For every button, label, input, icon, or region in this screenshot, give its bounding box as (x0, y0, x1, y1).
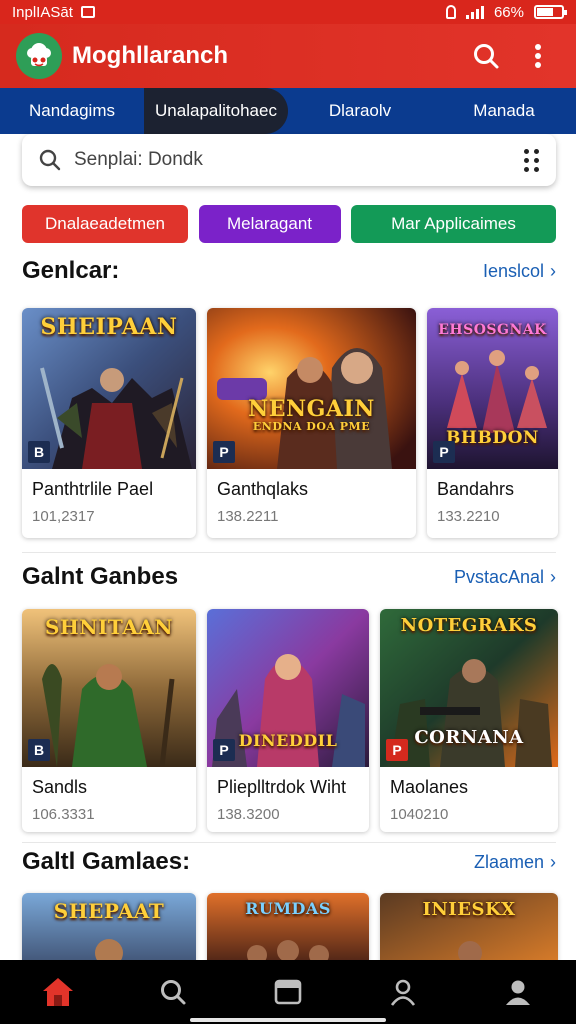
chevron-right-icon: › (550, 260, 556, 281)
game-art-title: SHNITAAN (44, 615, 174, 639)
account-icon[interactable] (488, 962, 548, 1022)
grid-menu-icon[interactable] (524, 148, 540, 172)
platform-badge: P (213, 739, 235, 761)
platform-badge: B (28, 441, 50, 463)
game-art-title: INIESKX (422, 899, 516, 920)
chevron-right-icon: › (550, 851, 556, 872)
game-art: SHNITAAN B (22, 609, 196, 767)
game-art-title: NENGAIN (248, 396, 375, 422)
game-art: SHEIPAAN B (22, 308, 196, 469)
game-art-subtitle: ENDNA DOA PME (252, 420, 371, 433)
tab-2-active[interactable]: Unalapalitohaec (144, 88, 288, 134)
game-card[interactable]: EHSOSGNAK BHBDON P Bandahrs 133.2210 (427, 308, 558, 538)
bottom-navigation (0, 960, 576, 1024)
game-name: Plieplltrdok Wiht (217, 777, 347, 797)
search-icon[interactable] (143, 962, 203, 1022)
notification-icon (80, 6, 95, 18)
game-meta: 101,2317 (32, 508, 95, 525)
tab-4[interactable]: Manada (432, 88, 576, 134)
see-more-link[interactable]: PvstacAnal › (454, 567, 556, 588)
chip-2[interactable]: Melaragant (198, 205, 341, 243)
signal-icon (465, 5, 484, 19)
platform-badge: P (433, 441, 455, 463)
game-meta: 138.3200 (217, 806, 280, 823)
chevron-right-icon: › (550, 566, 556, 587)
game-art: DINEDDIL P (207, 609, 369, 767)
game-name: Sandls (32, 777, 88, 797)
game-art: NOTEGRAKS CORNANA P (380, 609, 558, 767)
app-screen: InplIASāt 66% Moghllaranch Nandagims Una… (0, 0, 576, 1024)
game-art-title: SHEPAAT (53, 899, 165, 923)
see-more-label: Ienslcol (482, 260, 544, 281)
platform-badge: B (28, 739, 50, 761)
chip-3[interactable]: Mar Applicaimes (351, 205, 556, 243)
battery-percent: 66% (493, 3, 524, 21)
game-art-title: EHSOSGNAK (438, 322, 547, 338)
game-name: Maolanes (390, 777, 469, 797)
app-bar: Moghllaranch (0, 24, 576, 88)
game-meta: 133.2210 (437, 508, 500, 525)
search-input[interactable]: Senplai: Dondk (74, 149, 524, 171)
more-vert-icon[interactable] (516, 34, 560, 78)
game-name: Ganthqlaks (217, 479, 309, 499)
see-more-label: Zlaamen (473, 851, 544, 872)
search-bar[interactable]: Senplai: Dondk (22, 134, 556, 186)
status-bar: InplIASāt 66% (0, 0, 576, 24)
tab-1[interactable]: Nandagims (0, 88, 144, 134)
carrier-text: InplIASāt (12, 3, 73, 21)
game-name: Panthtrlile Pael (32, 479, 154, 499)
game-name: Bandahrs (437, 479, 515, 499)
game-card[interactable]: DINEDDIL P Plieplltrdok Wiht 138.3200 (207, 609, 369, 832)
see-more-label: PvstacAnal (453, 566, 544, 587)
library-icon[interactable] (258, 962, 318, 1022)
chef-logo-icon[interactable] (16, 33, 62, 79)
section-divider (22, 552, 556, 553)
battery-icon (534, 5, 567, 19)
game-art: EHSOSGNAK BHBDON P (427, 308, 558, 469)
chip-1[interactable]: Dnalaeadetmen (22, 205, 188, 243)
section-title: Galnt Ganbes (22, 563, 179, 590)
game-card[interactable]: SHNITAAN B Sandls 106.3331 (22, 609, 196, 832)
game-art-title: SHEIPAAN (40, 314, 178, 340)
section-header: Galtl Gamlaes: Zlaamen › (22, 848, 556, 876)
tab-bar: Nandagims Unalapalitohaec Dlaraolv Manad… (0, 88, 576, 134)
game-card[interactable]: NOTEGRAKS CORNANA P Maolanes 1040210 (380, 609, 558, 832)
see-more-link[interactable]: Zlaamen › (474, 852, 556, 873)
search-icon (39, 149, 61, 171)
filter-chips: Dnalaeadetmen Melaragant Mar Applicaimes (22, 205, 556, 243)
game-meta: 106.3331 (32, 806, 95, 823)
profile-icon[interactable] (373, 962, 433, 1022)
search-icon[interactable] (464, 34, 508, 78)
game-art-title: NOTEGRAKS (400, 615, 538, 636)
section-divider (22, 842, 556, 843)
game-art: NENGAIN ENDNA DOA PME P (207, 308, 416, 469)
section-header: Galnt Ganbes PvstacAnal › (22, 563, 556, 591)
tab-3[interactable]: Dlaraolv (288, 88, 432, 134)
platform-badge: P (386, 739, 408, 761)
game-card[interactable]: SHEIPAAN B Panthtrlile Pael 101,2317 (22, 308, 196, 538)
section-title: Genlcar: (22, 257, 120, 284)
section-header: Genlcar: Ienslcol › (22, 257, 556, 285)
home-icon[interactable] (28, 962, 88, 1022)
app-title: Moghllaranch (72, 42, 229, 69)
platform-badge: P (213, 441, 235, 463)
section-title: Galtl Gamlaes: (22, 848, 191, 875)
game-art-title: RUMDAS (245, 899, 331, 918)
game-card[interactable]: NENGAIN ENDNA DOA PME P Ganthqlaks 138.2… (207, 308, 416, 538)
game-meta: 138.2211 (217, 508, 279, 525)
gesture-bar (190, 1018, 386, 1022)
alarm-icon (445, 5, 456, 19)
game-meta: 1040210 (390, 806, 449, 823)
see-more-link[interactable]: Ienslcol › (483, 261, 556, 282)
